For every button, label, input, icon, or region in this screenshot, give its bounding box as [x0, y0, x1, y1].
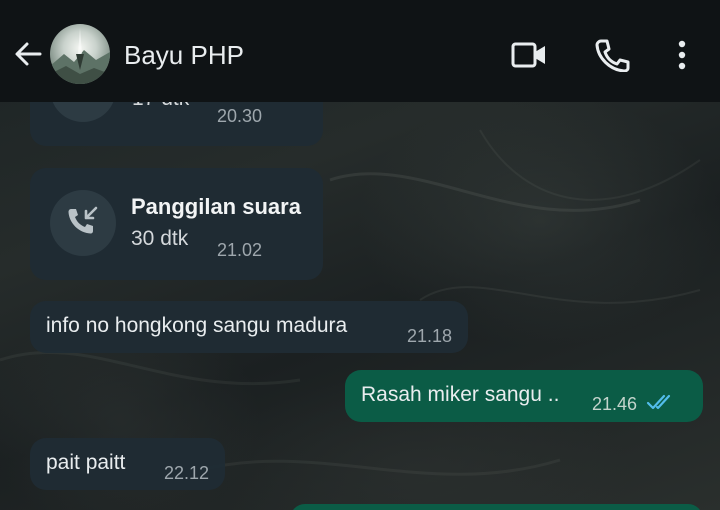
incoming-message-bubble[interactable]: pait paitt 22.12: [30, 438, 225, 490]
back-arrow-icon[interactable]: [12, 38, 44, 70]
message-text: info no hongkong sangu madura: [46, 314, 348, 337]
message-time: 21.46: [592, 394, 638, 414]
more-options-icon[interactable]: [664, 38, 700, 72]
message-time: 22.12: [164, 463, 210, 483]
message-time: 21.02: [217, 240, 263, 260]
video-call-icon[interactable]: [511, 38, 547, 72]
call-message-bubble[interactable]: Panggilan suara 30 dtk 21.02: [30, 168, 323, 280]
outgoing-message-bubble[interactable]: Rasah miker sangu .. 21.46: [345, 370, 703, 422]
voice-call-icon[interactable]: [594, 38, 630, 72]
message-time: 20.30: [217, 106, 263, 126]
incoming-message-bubble[interactable]: info no hongkong sangu madura 21.18: [30, 301, 468, 353]
outgoing-message-bubble[interactable]: [290, 504, 703, 510]
call-title: Panggilan suara: [131, 194, 301, 219]
message-time: 21.18: [407, 326, 453, 346]
avatar[interactable]: [50, 24, 110, 84]
call-duration: 30 dtk: [131, 227, 189, 250]
call-icon-circle: [50, 190, 116, 256]
contact-name[interactable]: Bayu PHP: [124, 40, 244, 71]
message-text: Rasah miker sangu ..: [361, 383, 560, 406]
message-text: pait paitt: [46, 451, 126, 474]
read-receipt-icon: [646, 394, 671, 410]
incoming-call-icon: [68, 206, 98, 234]
